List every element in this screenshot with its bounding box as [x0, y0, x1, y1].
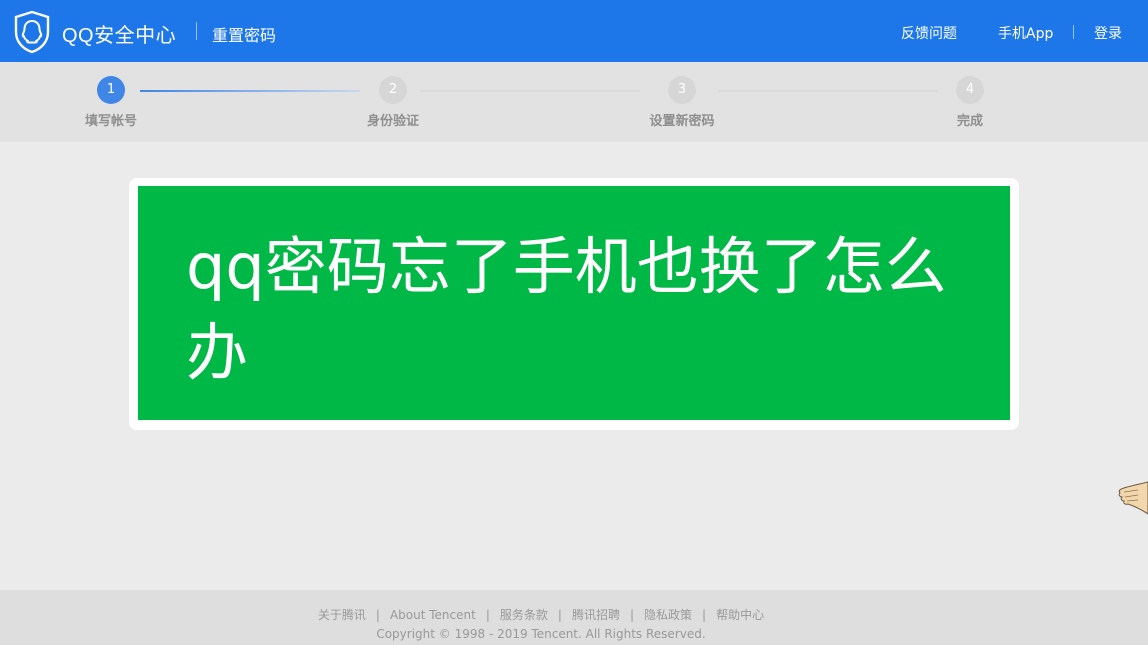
step-4-label: 完成	[956, 114, 984, 129]
header-divider	[196, 22, 197, 40]
hand-pointer-icon	[1118, 481, 1148, 515]
step-2-indicator: 2	[379, 76, 407, 104]
banner-text: qq密码忘了手机也换了怎么办	[186, 230, 947, 389]
footer-link-terms[interactable]: 服务条款	[500, 608, 548, 622]
footer-separator: |	[557, 608, 562, 622]
mobile-app-link[interactable]: 手机App	[998, 23, 1053, 43]
footer-separator: |	[629, 608, 635, 622]
page-subtitle: 重置密码	[212, 26, 277, 45]
step-1-label: 填写帐号	[84, 114, 138, 129]
feedback-link[interactable]: 反馈问题	[901, 23, 957, 43]
footer-link-privacy[interactable]: 隐私政策	[644, 608, 692, 622]
step-2-label: 身份验证	[366, 114, 420, 129]
step-connector-2	[420, 90, 640, 92]
login-link[interactable]: 登录	[1094, 23, 1122, 43]
main-content: qq密码忘了手机也换了怎么办	[0, 142, 1148, 590]
step-connector-1	[140, 90, 360, 92]
copyright-text: Copyright © 1998 - 2019 Tencent. All Rig…	[376, 627, 706, 641]
progress-steps: 1 填写帐号 2 身份验证 3 设置新密码 4 完成	[0, 62, 1148, 142]
step-3-label: 设置新密码	[649, 114, 715, 129]
footer-links: 关于腾讯 | About Tencent | 服务条款 | 腾讯招聘 | 隐私政策 | 帮助中心	[0, 606, 1082, 623]
qq-shield-icon[interactable]	[12, 10, 52, 54]
footer-link-careers[interactable]: 腾讯招聘	[572, 608, 620, 622]
footer-separator: |	[375, 608, 380, 622]
brand-title: QQ安全中心	[62, 25, 177, 47]
top-header: QQ安全中心 重置密码 反馈问题 手机App 登录	[0, 0, 1148, 62]
page-footer: 关于腾讯 | About Tencent | 服务条款 | 腾讯招聘 | 隐私政策 | 帮助中心 C…	[0, 590, 1148, 645]
footer-separator: |	[702, 608, 707, 622]
footer-separator: |	[485, 608, 490, 622]
step-4-indicator: 4	[956, 76, 984, 104]
footer-link-about-en[interactable]: About Tencent	[390, 608, 476, 622]
title-banner: qq密码忘了手机也换了怎么办	[138, 186, 1010, 420]
step-3-indicator: 3	[668, 76, 696, 104]
footer-link-about-cn[interactable]: 关于腾讯	[318, 608, 366, 622]
step-connector-3	[718, 90, 938, 92]
step-1-indicator: 1	[97, 76, 125, 104]
header-link-divider	[1073, 25, 1074, 39]
banner-frame: qq密码忘了手机也换了怎么办	[129, 178, 1019, 430]
footer-link-help[interactable]: 帮助中心	[716, 608, 764, 622]
